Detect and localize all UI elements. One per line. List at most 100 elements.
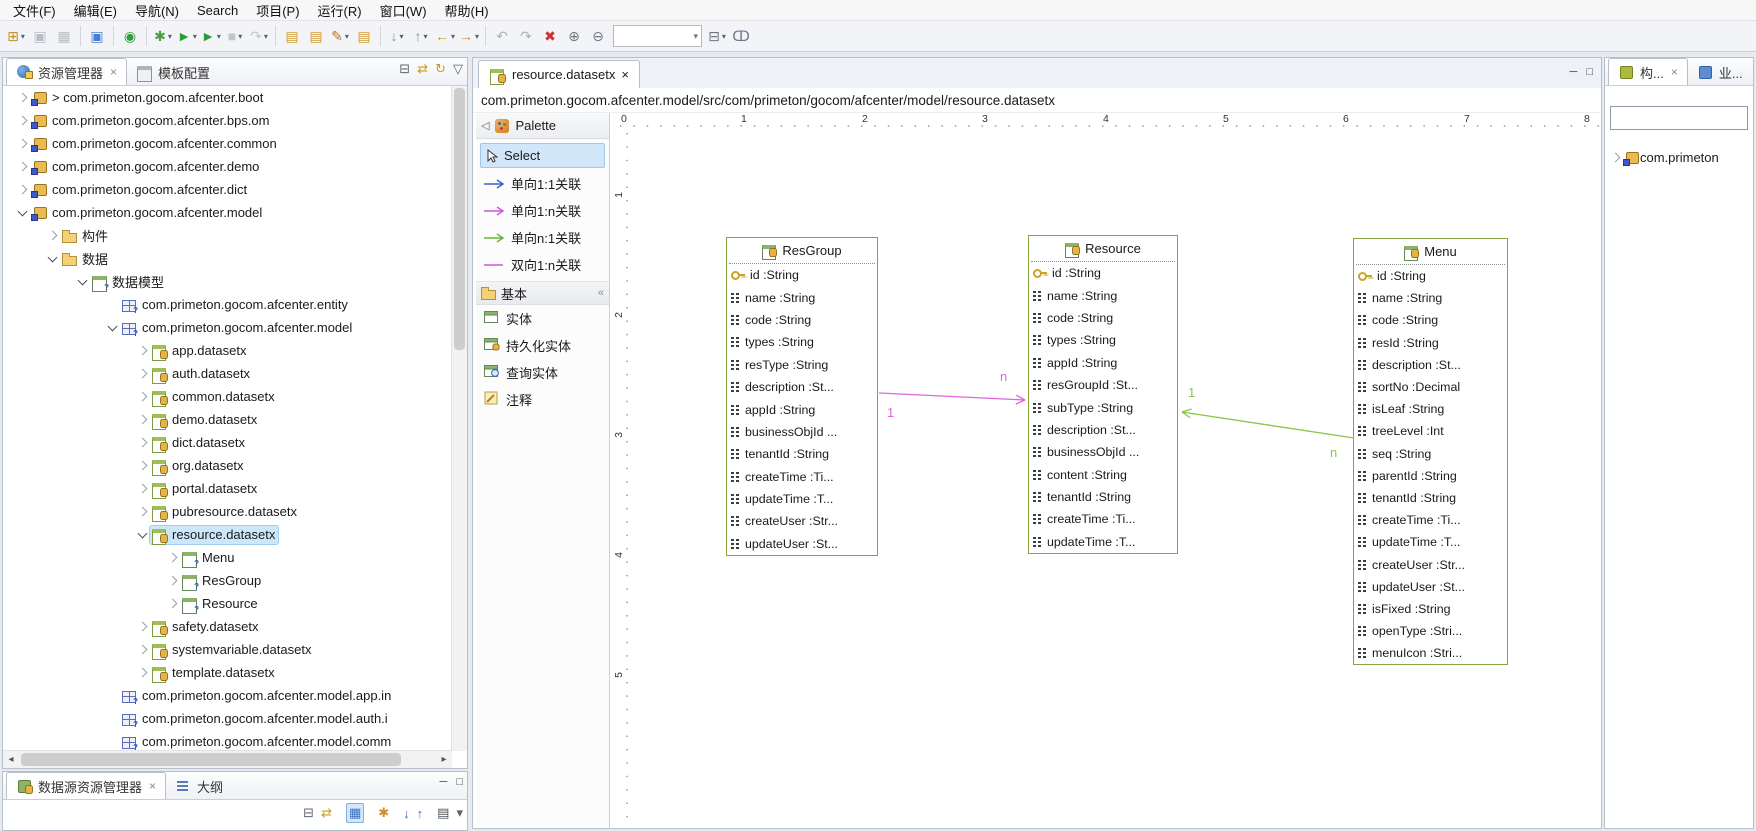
diagram-canvas[interactable]: ResGroupid :Stringname :Stringcode :Stri… (628, 127, 1601, 828)
chevron-right-icon[interactable] (137, 622, 147, 632)
entity-field[interactable]: name :String (727, 286, 877, 308)
vscroll-thumb[interactable] (454, 88, 465, 350)
tree-item[interactable]: common.datasetx (3, 385, 452, 408)
palette-tool-persistent-entity-table[interactable]: 持久化实体 (476, 332, 609, 359)
toolbar-boot-dashboard-button[interactable]: ◉ (118, 24, 142, 48)
menu-item-4[interactable]: 项目(P) (247, 0, 308, 21)
tree-item[interactable]: safety.datasetx (3, 615, 452, 638)
chevron-right-icon[interactable] (167, 553, 177, 563)
catalog-icon[interactable]: ▤ (437, 805, 449, 821)
chevron-down-icon[interactable]: ▾ (238, 32, 242, 41)
toolbar-search-binoculars-button[interactable]: ↀ (729, 24, 753, 48)
toolbar-debug-button[interactable]: ✱▾ (151, 24, 175, 48)
entity-field[interactable]: businessObjId ... (1029, 441, 1177, 463)
toolbar-open-connection-button[interactable]: ▤ (280, 24, 304, 48)
tab-datasource-explorer[interactable]: 数据源资源管理器 × (6, 772, 166, 799)
tab-template-config[interactable]: 模板配置 (127, 59, 219, 85)
chevron-right-icon[interactable] (167, 599, 177, 609)
tab-outline[interactable]: 大纲 (166, 773, 232, 799)
tree-item[interactable]: systemvariable.datasetx (3, 638, 452, 661)
chevron-down-icon[interactable]: ▾ (168, 32, 172, 41)
entity-field[interactable]: name :String (1354, 287, 1507, 309)
tree-item[interactable]: com.primeton.gocom.afcenter.dict (3, 178, 452, 201)
palette-tool-note[interactable]: 注释 (476, 386, 609, 413)
toolbar-open-folder-button[interactable]: ▤ (304, 24, 328, 48)
toolbar-console-button[interactable]: ▣ (85, 24, 109, 48)
maximize-icon[interactable]: □ (1586, 66, 1593, 78)
right-tree-item[interactable]: com.primeton (1607, 146, 1753, 169)
tree-item[interactable]: 构件 (3, 224, 452, 247)
toolbar-save-button[interactable]: ▣ (28, 24, 52, 48)
entity-field[interactable]: createUser :Str... (727, 510, 877, 532)
toolbar-relaunch-button[interactable]: ↷▾ (247, 24, 271, 48)
toolbar-forward-button[interactable]: →▾ (457, 24, 481, 48)
chevron-down-icon[interactable]: ▾ (423, 32, 427, 41)
tree-item[interactable]: > com.primeton.gocom.afcenter.boot (3, 86, 452, 109)
entity-field[interactable]: description :St... (727, 376, 877, 398)
scroll-left-icon[interactable]: ◂ (3, 754, 19, 765)
toolbar-delete-button[interactable]: ✖ (538, 24, 562, 48)
tree-item[interactable]: com.primeton.gocom.afcenter.model (3, 201, 452, 224)
entity-field[interactable]: id :String (1354, 265, 1507, 287)
chevron-down-icon[interactable]: ▾ (475, 32, 479, 41)
tree-item[interactable]: pubresource.datasetx (3, 500, 452, 523)
entity-field[interactable]: parentId :String (1354, 465, 1507, 487)
chevron-right-icon[interactable] (17, 162, 27, 172)
tree-item[interactable]: ResGroup (3, 569, 452, 592)
entity-field[interactable]: id :String (1029, 262, 1177, 284)
palette-collapse-icon[interactable]: ◁ (481, 119, 489, 132)
entity-resource[interactable]: Resourceid :Stringname :Stringcode :Stri… (1028, 235, 1178, 554)
chevron-down-icon[interactable] (77, 275, 87, 285)
entity-field[interactable]: updateTime :T... (1029, 531, 1177, 553)
menu-item-6[interactable]: 窗口(W) (371, 0, 436, 21)
toolbar-back-button[interactable]: ←▾ (433, 24, 457, 48)
chevron-down-icon[interactable]: ▾ (399, 32, 403, 41)
entity-field[interactable]: code :String (727, 309, 877, 331)
tree-item[interactable]: template.datasetx (3, 661, 452, 684)
tree-item[interactable]: Menu (3, 546, 452, 569)
entity-field[interactable]: tenantId :String (727, 443, 877, 465)
chevron-right-icon[interactable] (47, 231, 57, 241)
entity-field[interactable]: tenantId :String (1029, 486, 1177, 508)
close-icon[interactable]: × (621, 67, 629, 82)
entity-field[interactable]: createTime :Ti... (1029, 508, 1177, 530)
tree-item[interactable]: Resource (3, 592, 452, 615)
tree-item[interactable]: com.primeton.gocom.afcenter.demo (3, 155, 452, 178)
tree-item[interactable]: app.datasetx (3, 339, 452, 362)
tree-item[interactable]: portal.datasetx (3, 477, 452, 500)
toolbar-zoom-out-button[interactable]: ⊖ (586, 24, 610, 48)
toolbar-stop-button[interactable]: ■▾ (223, 24, 247, 48)
entity-field[interactable]: subType :String (1029, 396, 1177, 418)
toolbar-zoom-level-combo[interactable]: ▾ (613, 25, 702, 47)
entity-field[interactable]: createUser :Str... (1354, 553, 1507, 575)
entity-field[interactable]: updateTime :T... (1354, 531, 1507, 553)
chevron-down-icon[interactable] (107, 321, 117, 331)
chevron-right-icon[interactable] (137, 484, 147, 494)
tab-components[interactable]: 构... × (1608, 58, 1688, 85)
toolbar-push-button[interactable]: ↑▾ (409, 24, 433, 48)
entity-field[interactable]: content :String (1029, 464, 1177, 486)
palette-tool-relation-3[interactable]: 双向1:n关联 (476, 251, 609, 278)
entity-field[interactable]: appId :String (1029, 352, 1177, 374)
tree-item[interactable]: com.primeton.gocom.afcenter.model (3, 316, 452, 339)
menu-item-3[interactable]: Search (188, 2, 247, 19)
tree-item[interactable]: com.primeton.gocom.afcenter.bps.om (3, 109, 452, 132)
link-with-editor-icon[interactable]: ⇄ (321, 805, 332, 821)
tree-item[interactable]: com.primeton.gocom.afcenter.model.auth.i (3, 707, 452, 730)
entity-field[interactable]: description :St... (1354, 354, 1507, 376)
entity-field[interactable]: openType :Stri... (1354, 620, 1507, 642)
chevron-down-icon[interactable] (17, 206, 27, 216)
tree-item[interactable]: com.primeton.gocom.afcenter.model.comm (3, 730, 452, 751)
entity-field[interactable]: sortNo :Decimal (1354, 376, 1507, 398)
entity-field[interactable]: code :String (1354, 309, 1507, 331)
entity-field[interactable]: resType :String (727, 354, 877, 376)
chevron-down-icon[interactable] (47, 252, 57, 262)
import-config-icon[interactable]: ↓ (403, 806, 410, 821)
tree-item[interactable]: resource.datasetx (3, 523, 452, 546)
entity-field[interactable]: types :String (727, 331, 877, 353)
palette-tool-query-entity-table[interactable]: 查询实体 (476, 359, 609, 386)
menu-item-5[interactable]: 运行(R) (309, 0, 371, 21)
toolbar-undo-button[interactable]: ↶ (490, 24, 514, 48)
chevron-down-icon[interactable]: ▾ (264, 32, 268, 41)
tree-item[interactable]: dict.datasetx (3, 431, 452, 454)
